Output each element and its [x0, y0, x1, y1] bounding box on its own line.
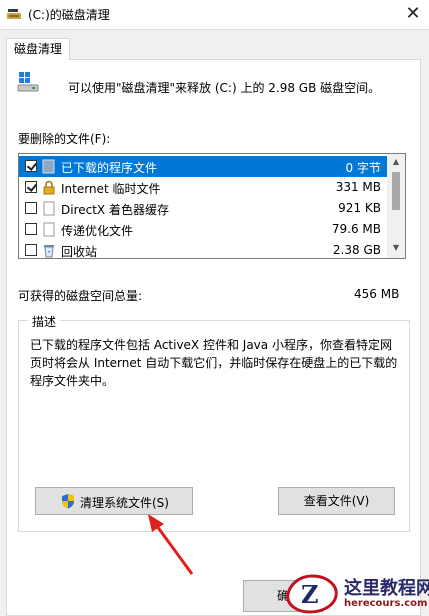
watermark-title: 这里教程网: [344, 578, 429, 599]
item-size: 2.38 GB: [332, 243, 381, 257]
list-item[interactable]: 传递优化文件 79.6 MB: [19, 219, 387, 240]
item-name: 回收站: [61, 245, 98, 259]
view-files-button[interactable]: 查看文件(V): [278, 487, 395, 515]
folder-icon: [42, 159, 55, 174]
item-size: 79.6 MB: [331, 222, 381, 236]
tab-disk-cleanup[interactable]: 磁盘清理: [6, 38, 70, 60]
item-name: Internet 临时文件: [61, 182, 161, 196]
item-name: 传递优化文件: [61, 224, 134, 238]
lock-icon: [43, 180, 55, 195]
item-size: 331 MB: [335, 180, 381, 194]
total-space-value: 456 MB: [354, 287, 400, 301]
list-item[interactable]: 已下载的程序文件 0 字节: [19, 156, 387, 177]
blank-file-icon: [43, 201, 55, 216]
description-title: 描述: [28, 313, 61, 330]
annotation-arrow-icon: [148, 514, 194, 575]
list-scrollbar[interactable]: ▲ ▼: [387, 154, 405, 258]
space-info-text: 可以使用"磁盘清理"来释放 (C:) 上的 2.98 GB 磁盘空间。: [68, 81, 381, 95]
scroll-thumb[interactable]: [392, 172, 400, 210]
window-title: (C:)的磁盘清理: [28, 8, 110, 22]
item-name: 已下载的程序文件: [61, 161, 158, 175]
total-space-label: 可获得的磁盘空间总量:: [18, 289, 143, 303]
scroll-down-icon[interactable]: ▼: [387, 240, 405, 256]
list-item[interactable]: DirectX 着色器缓存 921 KB: [19, 198, 387, 219]
checkbox[interactable]: [25, 181, 37, 193]
watermark-logo-icon: Z: [286, 574, 338, 614]
blank-file-icon: [43, 222, 55, 237]
recycle-bin-icon: [44, 245, 54, 258]
item-size: 921 KB: [338, 201, 381, 215]
item-name: DirectX 着色器缓存: [61, 203, 169, 217]
checkbox[interactable]: [25, 202, 37, 214]
files-to-delete-label: 要删除的文件(F):: [18, 132, 111, 146]
watermark-url: herecours.com: [344, 598, 428, 609]
drive-icon: [17, 72, 39, 92]
uac-shield-icon: [62, 494, 74, 509]
item-size: 0 字节: [345, 161, 381, 175]
scroll-up-icon[interactable]: ▲: [387, 154, 405, 170]
svg-text:Z: Z: [301, 580, 319, 609]
checkbox[interactable]: [25, 244, 37, 256]
list-item[interactable]: Internet 临时文件 331 MB: [19, 177, 387, 198]
checkbox[interactable]: [25, 223, 37, 235]
files-listbox[interactable]: 已下载的程序文件 0 字节 Internet 临时文件 331 MB Direc…: [18, 153, 406, 259]
list-item[interactable]: 回收站 2.38 GB: [19, 240, 387, 259]
description-text: 已下载的程序文件包括 ActiveX 控件和 Java 小程序，你查看特定网页时…: [30, 338, 398, 388]
disk-cleanup-icon: [7, 9, 21, 19]
close-button[interactable]: ✕: [399, 2, 427, 26]
checkbox[interactable]: [25, 160, 37, 172]
site-watermark: Z 这里教程网 herecours.com: [282, 572, 429, 616]
clean-system-files-label: 清理系统文件(S): [80, 496, 169, 510]
